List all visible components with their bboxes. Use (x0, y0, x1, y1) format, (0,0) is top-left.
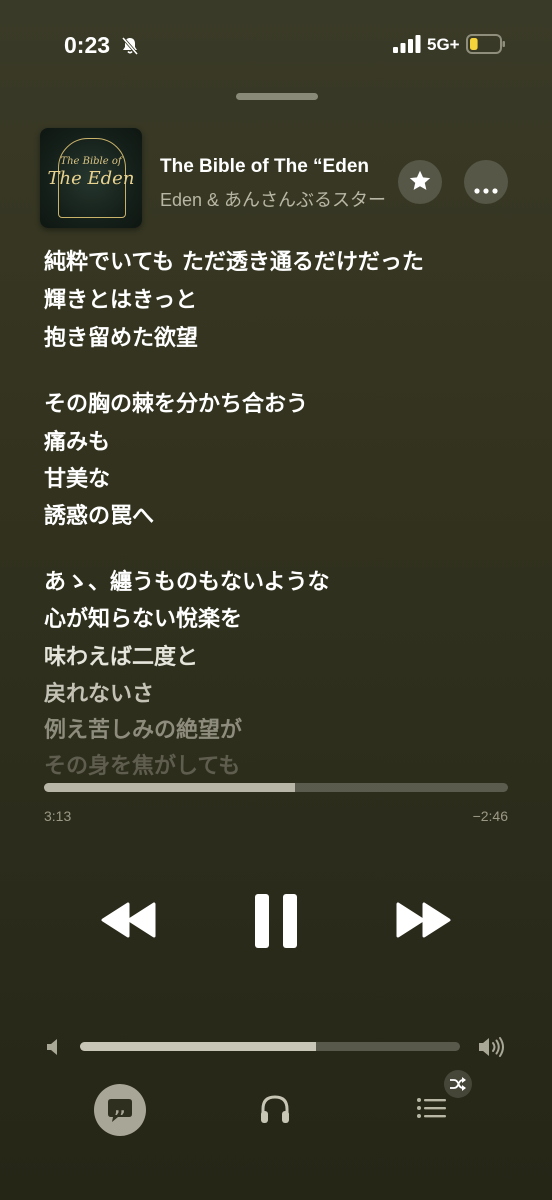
rewind-icon (100, 902, 158, 946)
pause-icon (254, 894, 298, 953)
elapsed-time: 3:13 (44, 808, 72, 824)
lyric-line[interactable]: 戻れないさ (44, 676, 154, 708)
battery-icon (466, 33, 506, 59)
star-icon (407, 168, 433, 198)
lyric-line[interactable]: 輝きとはきっと (44, 282, 197, 314)
network-type: 5G+ (427, 35, 460, 54)
lyric-line[interactable]: その胸の棘を分かち合おう (44, 386, 308, 418)
lyric-line[interactable]: 味わえば二度と (44, 639, 198, 671)
airplay-button[interactable] (258, 1092, 292, 1130)
status-bar: 0:23 5G+ (0, 0, 552, 90)
more-icon (474, 179, 498, 198)
lyric-line[interactable]: 抱き留めた欲望 (44, 320, 198, 352)
playback-progress-fill (44, 783, 295, 792)
more-button[interactable] (464, 160, 508, 204)
lyric-line[interactable]: 心が知らない悅楽を (44, 601, 242, 633)
favorite-button[interactable] (398, 160, 442, 204)
volume-high-icon (478, 1036, 506, 1062)
signal-icon (393, 35, 421, 57)
queue-icon (416, 1098, 448, 1126)
lyrics-button[interactable]: ,, (94, 1084, 146, 1136)
volume-low-icon (46, 1038, 62, 1060)
svg-text:,,: ,, (115, 1101, 126, 1117)
lyric-line[interactable]: その身を焦がしても (44, 748, 240, 778)
playback-progress-slider[interactable] (44, 783, 508, 792)
lyrics-icon: ,, (106, 1096, 134, 1128)
lyric-line[interactable]: 例え苦しみの絶望が (44, 712, 242, 744)
volume-fill (80, 1042, 316, 1051)
pause-button[interactable] (254, 893, 298, 953)
airplay-icon (258, 1095, 292, 1130)
artwork-title-line2: The Eden (47, 168, 135, 189)
volume-slider[interactable] (80, 1042, 460, 1051)
artwork-title-line1: The Bible of (60, 156, 122, 167)
remaining-time: −2:46 (472, 808, 508, 824)
lyric-line[interactable]: 純粋でいても ただ透き通るだけだった (44, 244, 424, 276)
lyric-line[interactable]: あゝ、纏うものもないような (44, 564, 330, 596)
sheet-grabber[interactable] (236, 93, 318, 100)
bell-slash-icon (120, 36, 140, 60)
queue-button[interactable] (416, 1096, 448, 1126)
fast-forward-icon (394, 902, 452, 946)
track-artist[interactable]: Eden & あんさんぶるスター (160, 186, 392, 212)
shuffle-badge[interactable] (444, 1070, 472, 1098)
lyrics-view[interactable]: 純粋でいても ただ透き通るだけだった 輝きとはきっと 抱き留めた欲望 その胸の棘… (44, 230, 514, 778)
lyric-line[interactable]: 甘美な (44, 461, 110, 493)
rewind-button[interactable] (100, 898, 158, 946)
lyric-line[interactable]: 誘惑の罠へ (44, 498, 154, 530)
status-time: 0:23 (64, 32, 111, 58)
fast-forward-button[interactable] (394, 898, 452, 946)
album-artwork[interactable]: The Bible of The Eden (40, 128, 142, 228)
lyric-line[interactable]: 痛みも (44, 424, 110, 456)
track-title[interactable]: The Bible of The “Eden (160, 156, 398, 178)
shuffle-icon (449, 1076, 467, 1096)
